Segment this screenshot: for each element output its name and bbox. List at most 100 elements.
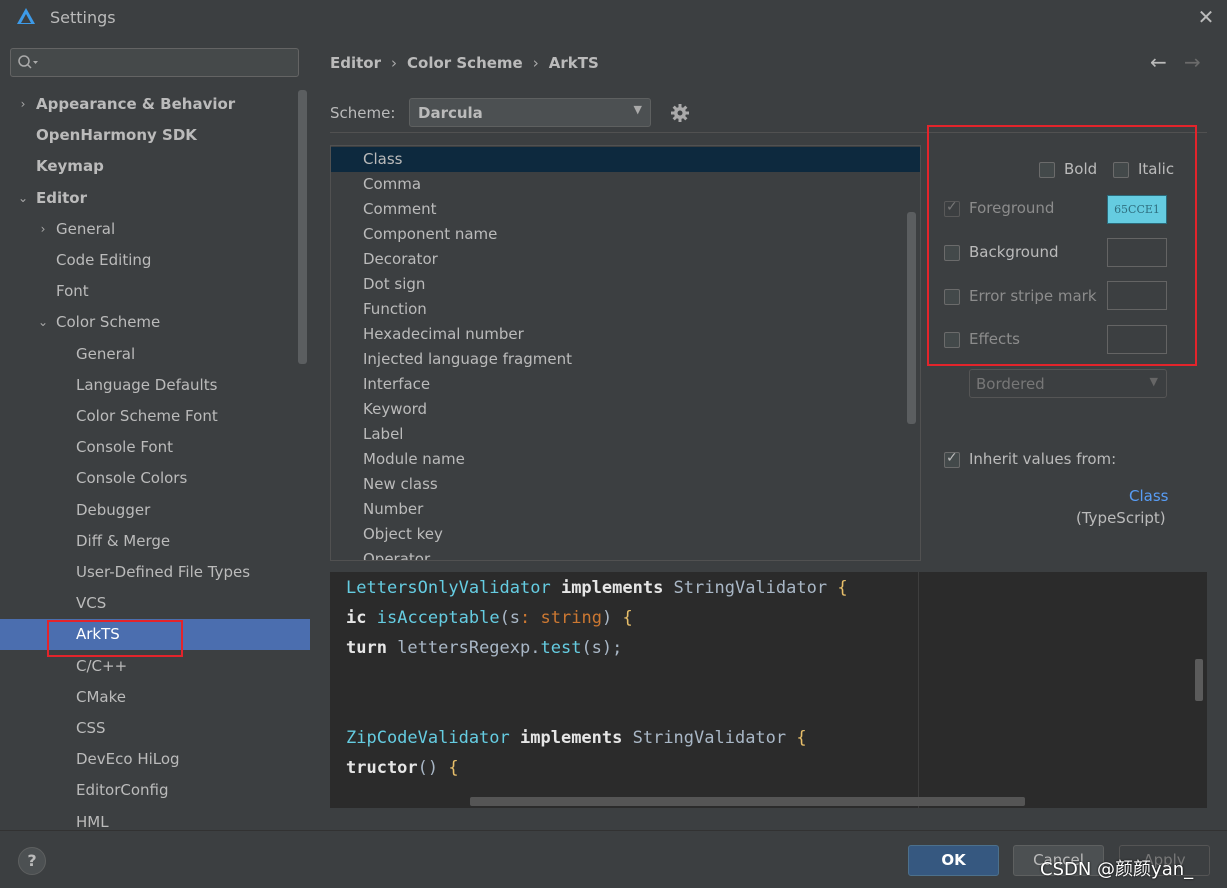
breadcrumb-item[interactable]: Editor <box>330 54 381 72</box>
sidebar-item[interactable]: VCS <box>0 588 310 619</box>
scheme-value: Darcula <box>418 104 483 122</box>
sidebar-item-label: DevEco HiLog <box>76 750 180 769</box>
sidebar-item[interactable]: C/C++ <box>0 651 310 682</box>
sidebar-item[interactable]: ⌄ Color Scheme <box>0 307 310 338</box>
sidebar-item[interactable]: Font <box>0 276 310 307</box>
inherit-checkbox[interactable] <box>944 450 960 468</box>
list-item[interactable]: Injected language fragment <box>331 347 920 372</box>
list-item[interactable]: Comma <box>331 172 920 197</box>
list-item[interactable]: Number <box>331 497 920 522</box>
sidebar-item-label: Console Font <box>76 438 173 457</box>
sidebar-item[interactable]: HML <box>0 807 310 830</box>
search-input[interactable] <box>43 51 293 74</box>
sidebar-item[interactable]: ArkTS <box>0 619 310 651</box>
code-token: { <box>448 758 459 778</box>
list-item[interactable]: Hexadecimal number <box>331 322 920 347</box>
sidebar-item[interactable]: EditorConfig <box>0 775 310 806</box>
list-item[interactable]: Object key <box>331 522 920 547</box>
search-box[interactable] <box>10 48 299 77</box>
sidebar-item[interactable]: Debugger <box>0 495 310 526</box>
code-token: (s <box>499 608 521 628</box>
list-item[interactable]: Interface <box>331 372 920 397</box>
sidebar-item[interactable]: OpenHarmony SDK <box>0 120 310 151</box>
sidebar-item[interactable]: General <box>0 339 310 370</box>
list-item[interactable]: Dot sign <box>331 272 920 297</box>
sidebar-item[interactable]: › Appearance & Behavior <box>0 89 310 120</box>
title-bar: Settings ✕ <box>0 0 1227 36</box>
list-item[interactable]: Comment <box>331 197 920 222</box>
code-token: () <box>417 758 449 778</box>
chevron-right-icon[interactable]: › <box>16 89 30 120</box>
italic-checkbox[interactable] <box>1113 162 1129 178</box>
search-icon[interactable] <box>17 54 39 72</box>
error-stripe-label: Error stripe mark <box>969 287 1097 305</box>
list-item[interactable]: Component name <box>331 222 920 247</box>
bold-checkbox[interactable] <box>1039 162 1055 178</box>
list-scrollbar[interactable] <box>907 212 916 424</box>
error-stripe-color-swatch[interactable] <box>1107 281 1167 310</box>
sidebar-item[interactable]: CMake <box>0 682 310 713</box>
code-token: { <box>837 578 848 598</box>
code-token: implements <box>520 728 623 748</box>
preview-horizontal-scrollbar[interactable] <box>470 797 1025 806</box>
foreground-checkbox[interactable] <box>944 199 960 217</box>
list-item[interactable]: New class <box>331 472 920 497</box>
sidebar-item[interactable]: Keymap <box>0 151 310 182</box>
background-checkbox[interactable] <box>944 245 960 261</box>
list-item[interactable]: Module name <box>331 447 920 472</box>
back-arrow-icon[interactable]: ← <box>1150 50 1167 74</box>
code-token: (s); <box>581 638 623 658</box>
ok-button[interactable]: OK <box>908 845 999 876</box>
close-icon[interactable]: ✕ <box>1195 6 1217 28</box>
code-line: LettersOnlyValidator implements StringVa… <box>346 573 848 603</box>
code-token: ic <box>346 608 367 628</box>
sidebar-item[interactable]: Code Editing <box>0 245 310 276</box>
chevron-down-icon[interactable]: ⌄ <box>16 183 30 214</box>
forward-arrow-icon[interactable]: → <box>1184 50 1201 74</box>
code-token: tructor <box>346 758 418 778</box>
code-line: tructor() { <box>346 753 459 783</box>
sidebar-item[interactable]: Diff & Merge <box>0 526 310 557</box>
sidebar-item[interactable]: Console Font <box>0 432 310 463</box>
sidebar-item-label: Font <box>56 282 89 301</box>
list-item[interactable]: Keyword <box>331 397 920 422</box>
sidebar-item[interactable]: ⌄ Editor <box>0 183 310 214</box>
sidebar-item[interactable]: › General <box>0 214 310 245</box>
list-item[interactable]: Decorator <box>331 247 920 272</box>
inherit-class-link[interactable]: Class <box>1129 487 1168 505</box>
chevron-down-icon[interactable]: ⌄ <box>36 307 50 338</box>
sidebar-item[interactable]: CSS <box>0 713 310 744</box>
foreground-color-swatch[interactable]: 65CCE1 <box>1107 195 1167 224</box>
sidebar-item[interactable]: Color Scheme Font <box>0 401 310 432</box>
sidebar-item[interactable]: Language Defaults <box>0 370 310 401</box>
effects-style-dropdown[interactable]: Bordered ▼ <box>969 369 1167 398</box>
sidebar-item-label: Diff & Merge <box>76 531 171 550</box>
breadcrumb-item[interactable]: Color Scheme <box>407 54 523 72</box>
code-token: test <box>540 638 582 658</box>
chevron-down-icon: ▼ <box>633 103 642 116</box>
sidebar-scrollbar[interactable] <box>298 90 307 364</box>
effects-checkbox[interactable] <box>944 332 960 348</box>
list-item[interactable]: Operator <box>331 547 920 560</box>
background-color-swatch[interactable] <box>1107 238 1167 267</box>
preview-vertical-scrollbar[interactable] <box>1195 659 1203 701</box>
chevron-right-icon[interactable]: › <box>36 214 50 245</box>
code-token: string <box>540 608 602 628</box>
effects-color-swatch[interactable] <box>1107 325 1167 354</box>
code-preview[interactable]: LettersOnlyValidator implements StringVa… <box>330 572 1207 808</box>
sidebar-item[interactable]: Console Colors <box>0 463 310 494</box>
list-item[interactable]: Function <box>331 297 920 322</box>
foreground-label: Foreground <box>969 199 1055 217</box>
scheme-dropdown[interactable]: Darcula ▼ <box>409 98 651 127</box>
sidebar-item-label: Keymap <box>36 157 104 176</box>
error-stripe-checkbox[interactable] <box>944 289 960 305</box>
sidebar-item[interactable]: User-Defined File Types <box>0 557 310 588</box>
sidebar-item[interactable]: DevEco HiLog <box>0 744 310 775</box>
gear-icon[interactable] <box>670 103 690 123</box>
help-button[interactable]: ? <box>18 847 46 875</box>
effects-style-value: Bordered <box>976 375 1045 393</box>
color-element-list[interactable]: Class Comma Comment Component name Decorator… <box>330 145 921 561</box>
list-item[interactable]: Label <box>331 422 920 447</box>
list-item[interactable]: Class <box>331 147 920 172</box>
